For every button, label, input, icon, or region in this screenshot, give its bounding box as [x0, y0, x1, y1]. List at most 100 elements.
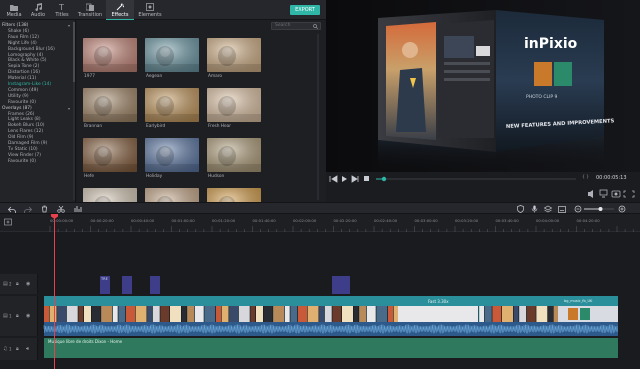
tab-label: Titles	[55, 12, 69, 18]
timeline-canvas: TRE Fast 3.30x bg_music_fb_UK Musique li…	[43, 276, 618, 358]
effects-icon	[116, 3, 125, 11]
audio-clip[interactable]	[44, 338, 618, 358]
effect-thumbnail[interactable]	[207, 138, 261, 172]
search-input[interactable]: Search	[271, 22, 321, 30]
fx-clip[interactable]	[332, 276, 350, 294]
sidebar-item-label: Overlays (87)	[2, 105, 32, 111]
tab-label: Elements	[138, 12, 162, 18]
sidebar-item-label: Instagram-Like (14)	[8, 82, 52, 87]
tab-effects[interactable]: Effects	[106, 0, 134, 20]
preview-player: inPixio PHOTO CLIP 9 NEW FEATURES AND IM…	[326, 0, 640, 172]
fx-clip[interactable]	[150, 276, 160, 294]
sidebar-item-label: Background Blur (16)	[8, 46, 55, 52]
split-icon[interactable]	[57, 205, 65, 213]
preview-progress-knob[interactable]	[381, 176, 387, 182]
audio-mixer-icon[interactable]	[74, 205, 82, 213]
lock-icon[interactable]: 🔒︎	[16, 346, 19, 352]
microphone-icon[interactable]	[530, 205, 538, 213]
effect-thumbnail[interactable]	[83, 138, 137, 172]
video-clip-thumbnails[interactable]	[44, 306, 618, 322]
mute-icon[interactable]: 🔊︎	[26, 346, 29, 352]
effect-thumbnail[interactable]	[83, 88, 137, 122]
playback-controls: { } 00:00:05:13	[326, 172, 640, 186]
track-header-video: ▤ 1 🔒︎ ◉	[0, 296, 38, 336]
effect-label: Aegean	[146, 74, 163, 79]
search-icon	[313, 24, 319, 32]
effects-scrollbar[interactable]	[317, 34, 319, 200]
playhead-handle[interactable]	[51, 214, 58, 219]
previous-frame-icon[interactable]	[329, 175, 338, 183]
caption-icon[interactable]	[558, 205, 566, 213]
effect-label: Brannan	[84, 124, 103, 129]
fx-clip[interactable]: TRE	[100, 276, 110, 294]
text-icon: T	[58, 3, 67, 11]
undo-icon[interactable]	[8, 205, 16, 213]
sidebar-item-label: Shake (6)	[8, 28, 29, 34]
effect-thumbnail[interactable]	[145, 88, 199, 122]
delete-icon[interactable]	[40, 205, 48, 213]
add-track-icon[interactable]	[4, 218, 12, 226]
redo-icon[interactable]	[24, 205, 32, 213]
sidebar-item-label: Lens Flares (12)	[8, 129, 44, 135]
fx-clip-label: TRE	[100, 277, 108, 281]
sidebar-item-label: Frames (26)	[8, 111, 35, 117]
eye-icon[interactable]: ◉	[26, 281, 30, 287]
display-icon[interactable]	[599, 189, 608, 198]
eye-icon[interactable]: ◉	[26, 313, 30, 319]
stop-icon[interactable]	[364, 176, 369, 181]
playhead-line[interactable]	[54, 216, 55, 369]
folder-icon	[10, 3, 19, 11]
zoom-out-icon[interactable]	[574, 205, 582, 213]
effect-label: Hefe	[84, 174, 95, 179]
fullscreen-icon[interactable]	[623, 190, 635, 198]
effect-label: Holiday	[146, 174, 163, 179]
tab-transition[interactable]: Transition	[76, 0, 104, 20]
effect-thumbnail[interactable]	[145, 138, 199, 172]
ruler-label: 00:03:00:00	[414, 218, 438, 223]
zoom-slider[interactable]	[584, 205, 614, 213]
sidebar-scrollbar[interactable]	[73, 22, 75, 200]
mark-in-out-icon[interactable]: { }	[582, 175, 589, 180]
search-placeholder: Search	[275, 23, 291, 28]
next-frame-icon[interactable]	[351, 175, 359, 183]
play-icon[interactable]	[342, 176, 347, 182]
effect-thumbnail[interactable]	[145, 38, 199, 72]
svg-text:T: T	[58, 3, 64, 11]
sidebar-item-label: Faux Film (12)	[8, 34, 39, 40]
tab-titles[interactable]: T Titles	[48, 0, 76, 20]
preview-frame: inPixio PHOTO CLIP 9 NEW FEATURES AND IM…	[326, 0, 640, 172]
effect-thumbnail[interactable]	[207, 38, 261, 72]
preview-progress-track[interactable]	[376, 178, 576, 180]
ruler-label: 00:02:40:00	[374, 218, 398, 223]
tab-elements[interactable]: Elements	[136, 0, 164, 20]
speed-label: Fast 3.30x	[428, 299, 449, 304]
video-track-icon: ▤	[3, 313, 8, 319]
effect-label: 1977	[84, 74, 95, 79]
timeline-ruler[interactable]: 00:00:00:00 00:00:20:00 00:00:40:00 00:01:0…	[0, 214, 640, 232]
sidebar-item-label: Light Leaks (8)	[8, 117, 41, 123]
sidebar-item-label: Tv Static (10)	[8, 146, 38, 152]
fx-clip[interactable]	[122, 276, 132, 294]
volume-icon[interactable]	[588, 190, 593, 198]
lock-icon[interactable]: 🔒︎	[16, 313, 19, 319]
library-tab-bar: Media Audio T Titles Transition Effects …	[0, 0, 326, 20]
video-clip-header[interactable]	[44, 296, 618, 306]
sidebar-item-label: Favourite (0)	[8, 158, 36, 164]
tab-label: Audio	[30, 12, 46, 18]
zoom-in-icon[interactable]	[618, 205, 626, 213]
effect-thumbnail[interactable]	[207, 88, 261, 122]
layers-icon[interactable]	[544, 205, 552, 213]
track-number: 2	[9, 281, 12, 287]
snapshot-icon[interactable]	[611, 190, 621, 198]
tab-label: Transition	[77, 12, 103, 18]
timeline-toolbar	[0, 202, 640, 214]
ruler-label: 00:04:20:00	[576, 218, 600, 223]
export-button[interactable]: EXPORT	[290, 5, 320, 15]
sidebar-item[interactable]: Favourite (0)	[0, 159, 74, 165]
shield-icon[interactable]	[516, 205, 524, 213]
music-track-icon: ♫	[3, 346, 8, 352]
ruler-label: 00:03:20:00	[455, 218, 479, 223]
track-header-audio: ♫ 1 🔒︎ 🔊︎	[0, 338, 38, 360]
lock-icon[interactable]: 🔒︎	[16, 281, 19, 287]
effect-thumbnail[interactable]	[83, 38, 137, 72]
